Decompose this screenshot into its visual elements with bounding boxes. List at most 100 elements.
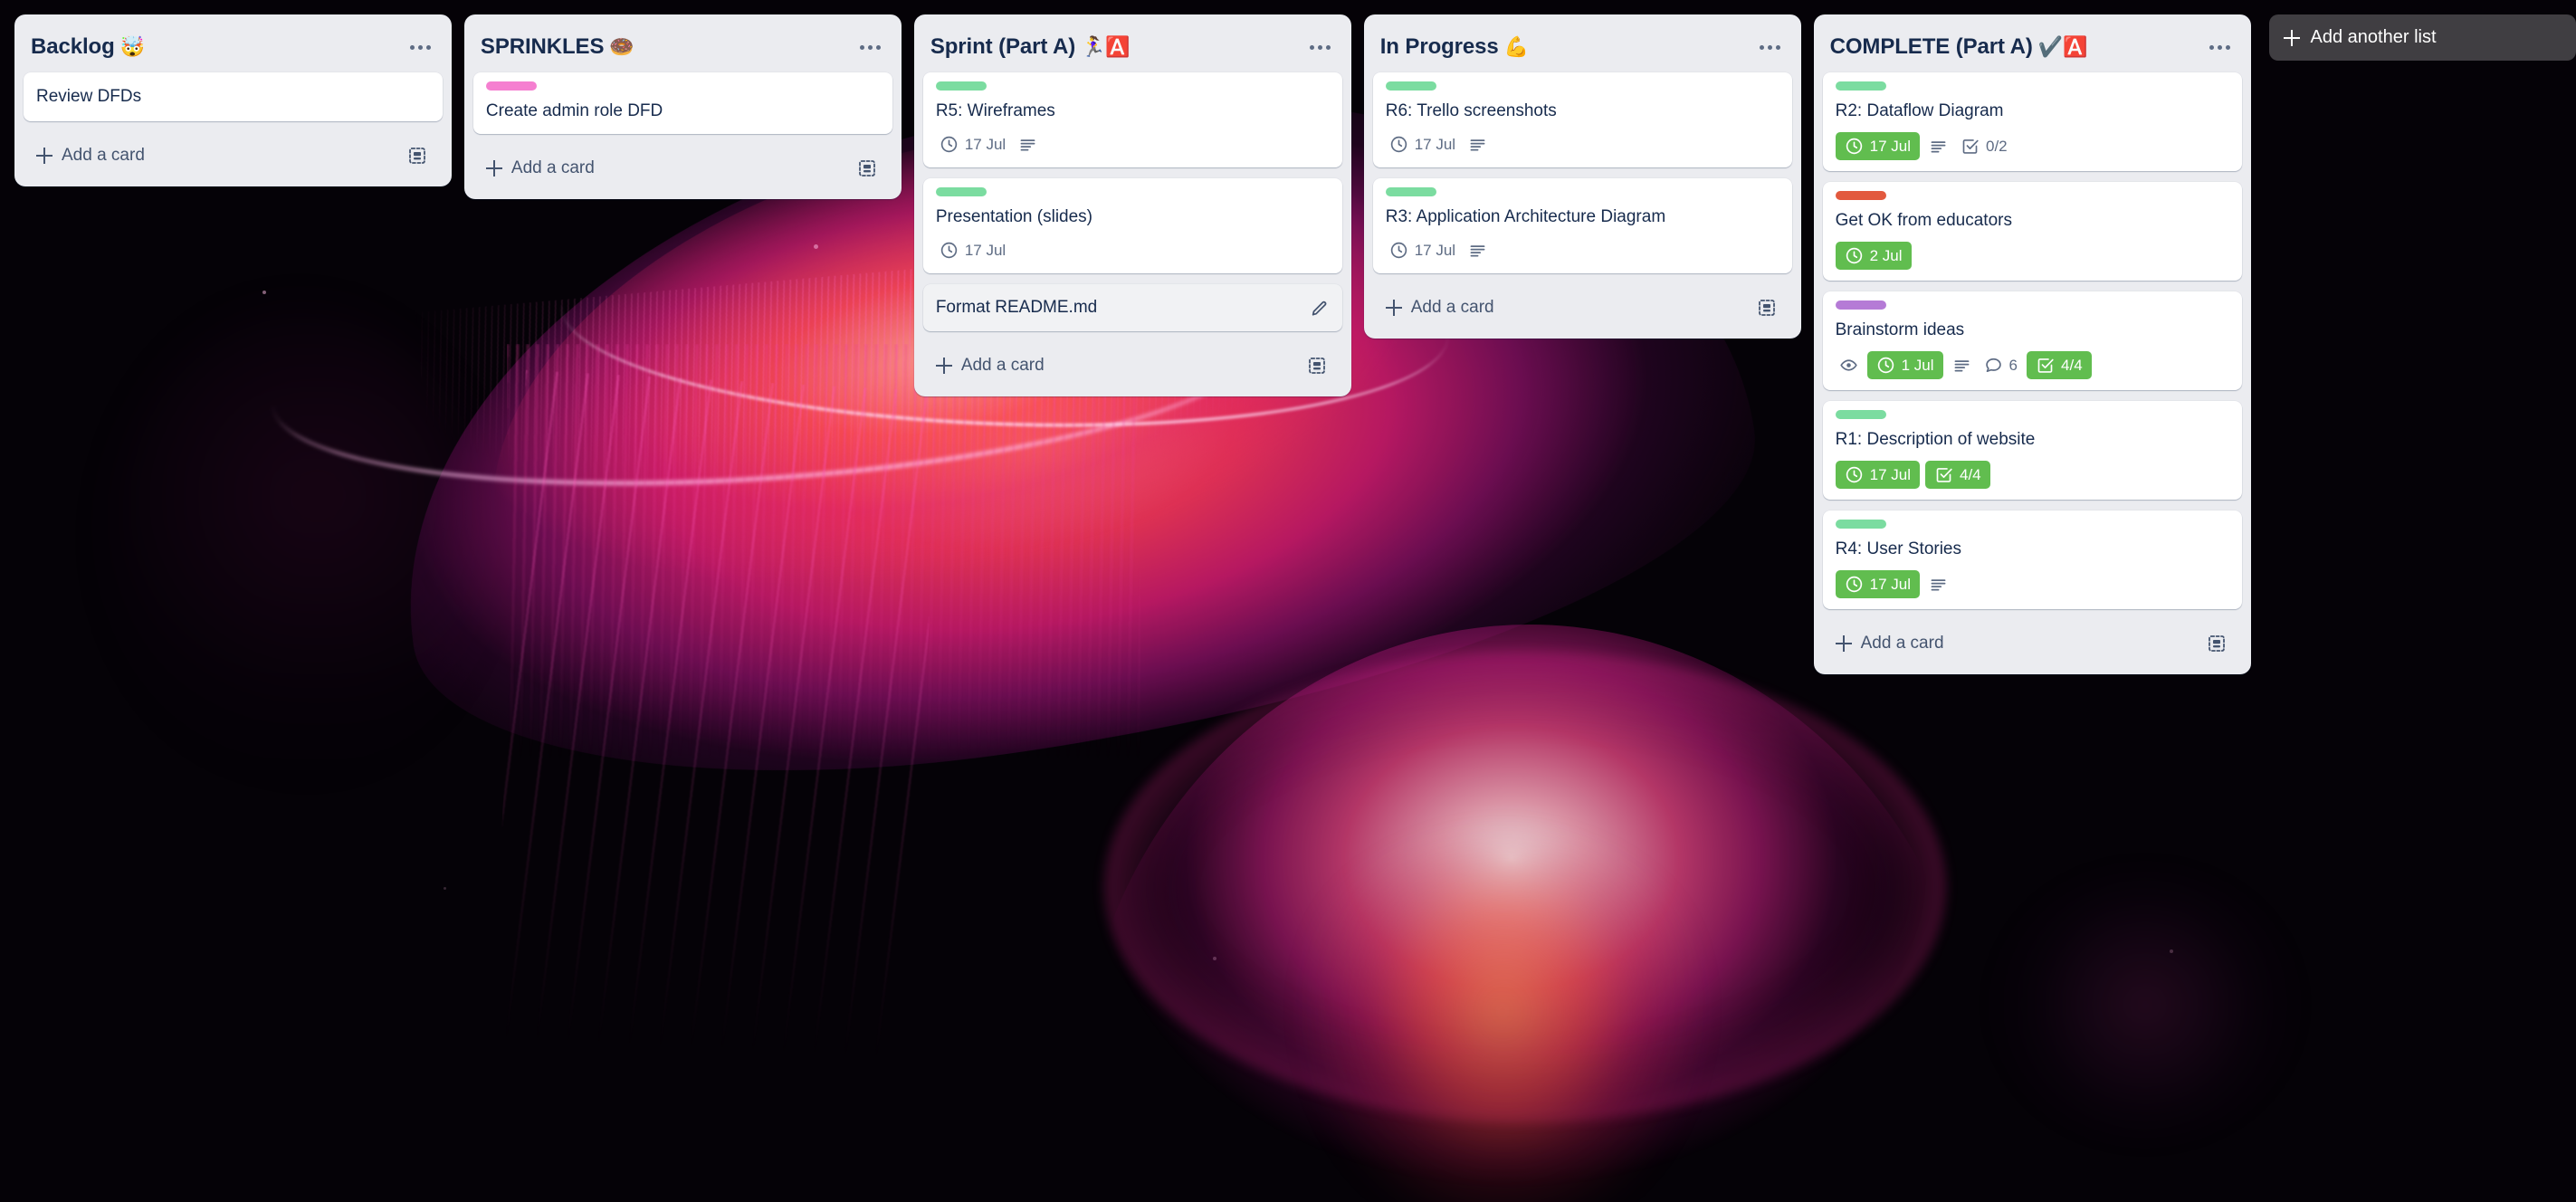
card[interactable]: Format README.md	[922, 284, 1342, 331]
card-label[interactable]	[1385, 187, 1436, 196]
list-title-text: SPRINKLES	[480, 34, 605, 59]
card-badges: 17 Jul	[1386, 238, 1779, 262]
add-a-card-button[interactable]: Add a card	[473, 147, 892, 192]
pencil-icon[interactable]	[1310, 298, 1330, 318]
card[interactable]: R2: Dataflow Diagram 17 Jul 0/2	[1822, 72, 2242, 171]
due-date-badge[interactable]: 17 Jul	[1835, 570, 1920, 598]
add-a-card-button[interactable]: Add a card	[24, 134, 443, 179]
card[interactable]: R4: User Stories 17 Jul	[1822, 510, 2242, 609]
card[interactable]: Create admin role DFD	[472, 72, 892, 134]
due-date-badge[interactable]: 1 Jul	[1866, 351, 1943, 379]
plus-icon	[1385, 300, 1402, 316]
card-template-icon[interactable]	[1306, 355, 1328, 377]
list-actions-menu-button[interactable]	[2204, 33, 2237, 62]
card-label[interactable]	[1835, 520, 1886, 529]
list-header: Backlog 🤯	[14, 22, 452, 72]
list-title-emoji: 💪	[1503, 35, 1529, 58]
card-template-icon[interactable]	[856, 157, 878, 179]
card[interactable]: R5: Wireframes 17 Jul	[922, 72, 1342, 167]
card[interactable]: Get OK from educators 2 Jul	[1822, 182, 2242, 281]
list-title-text: Backlog	[31, 34, 115, 59]
add-another-list-button[interactable]: Add another list	[2268, 14, 2576, 61]
list-cards: Create admin role DFD	[464, 72, 902, 145]
due-date-badge[interactable]: 2 Jul	[1835, 242, 1912, 270]
checklist-badge: 4/4	[1925, 461, 1990, 489]
ellipsis-icon	[1310, 44, 1331, 50]
due-date-badge[interactable]: 17 Jul	[1386, 238, 1459, 262]
list-column: Sprint (Part A) 🏃‍♀️🅰️ R5: Wireframes 17 Ju…	[913, 14, 1351, 396]
description-icon	[1925, 572, 1951, 596]
list-cards: Review DFDs	[14, 72, 452, 132]
description-icon	[1465, 132, 1491, 157]
badge-text: 2 Jul	[1869, 246, 1903, 264]
card[interactable]: Brainstorm ideas 1 Jul 6 4/4	[1822, 291, 2242, 390]
list-column: Backlog 🤯 Review DFDs Add a card	[14, 14, 452, 186]
card-label[interactable]	[935, 81, 987, 91]
list-actions-menu-button[interactable]	[405, 33, 437, 62]
list-column: SPRINKLES 🍩 Create admin role DFD Add a car…	[463, 14, 902, 199]
card-label[interactable]	[485, 81, 537, 91]
list-title[interactable]: SPRINKLES 🍩	[481, 34, 634, 60]
card[interactable]: R3: Application Architecture Diagram 17 J…	[1372, 178, 1792, 273]
card-title: Format README.md	[935, 298, 1098, 317]
card-title: Review DFDs	[36, 87, 142, 106]
card-label[interactable]	[935, 187, 987, 196]
due-date-badge[interactable]: 17 Jul	[1835, 132, 1920, 160]
card-title: R6: Trello screenshots	[1385, 101, 1557, 120]
card-badges: 17 Jul	[936, 238, 1330, 262]
list-title[interactable]: Backlog 🤯	[31, 34, 145, 60]
list-column: COMPLETE (Part A) ✔️🅰️ R2: Dataflow Diagra…	[1813, 14, 2251, 674]
add-a-card-label-group: Add a card	[485, 158, 595, 178]
ellipsis-icon	[410, 44, 432, 50]
card-template-icon[interactable]	[406, 145, 428, 167]
due-date-badge[interactable]: 17 Jul	[1386, 132, 1459, 157]
due-date-badge[interactable]: 17 Jul	[936, 132, 1009, 157]
add-a-card-button[interactable]: Add a card	[923, 344, 1342, 389]
due-date-badge[interactable]: 17 Jul	[936, 238, 1009, 262]
add-a-card-label-group: Add a card	[1385, 298, 1494, 318]
list-title-text: COMPLETE (Part A)	[1829, 34, 2033, 59]
badge-text: 6	[2008, 356, 2018, 374]
list-header: In Progress 💪	[1364, 22, 1801, 72]
badge-text: 4/4	[1960, 465, 1981, 483]
card-title: Brainstorm ideas	[1835, 320, 1965, 339]
watch-icon	[1836, 353, 1862, 377]
list-cards: R5: Wireframes 17 Jul Presentation (slides…	[914, 72, 1351, 342]
card-label[interactable]	[1835, 191, 1886, 200]
description-icon	[1465, 238, 1491, 262]
card-title: Create admin role DFD	[485, 101, 663, 120]
list-actions-menu-button[interactable]	[854, 33, 887, 62]
add-another-list-label: Add another list	[2310, 27, 2437, 47]
card-template-icon[interactable]	[2206, 633, 2228, 654]
card-title: Presentation (slides)	[935, 207, 1093, 226]
due-date-badge[interactable]: 17 Jul	[1835, 461, 1920, 489]
card-label[interactable]	[1835, 410, 1886, 419]
card-badges: 17 Jul 4/4	[1835, 461, 2229, 489]
card-label[interactable]	[1835, 81, 1886, 91]
ellipsis-icon	[860, 44, 882, 50]
badge-text: 1 Jul	[1901, 356, 1934, 374]
add-a-card-button[interactable]: Add a card	[1823, 622, 2242, 667]
list-header: COMPLETE (Part A) ✔️🅰️	[1814, 22, 2251, 72]
add-a-card-button[interactable]: Add a card	[1373, 286, 1792, 331]
card-label[interactable]	[1385, 81, 1436, 91]
badge-text: 17 Jul	[1869, 575, 1911, 593]
card-title: R2: Dataflow Diagram	[1835, 101, 2004, 120]
card-template-icon[interactable]	[1756, 297, 1778, 319]
list-actions-menu-button[interactable]	[1304, 33, 1337, 62]
badge-text: 17 Jul	[964, 135, 1007, 153]
add-a-card-label: Add a card	[1410, 298, 1494, 317]
list-title[interactable]: COMPLETE (Part A) ✔️🅰️	[1830, 34, 2088, 60]
card[interactable]: Review DFDs	[24, 72, 443, 121]
card-badges: 17 Jul	[1835, 570, 2229, 598]
list-title[interactable]: Sprint (Part A) 🏃‍♀️🅰️	[930, 34, 1131, 60]
badge-text: 4/4	[2061, 356, 2083, 374]
add-a-card-label-group: Add a card	[1835, 634, 1944, 653]
card[interactable]: R1: Description of website 17 Jul 4/4	[1822, 401, 2242, 500]
plus-icon	[1835, 635, 1852, 652]
card[interactable]: R6: Trello screenshots 17 Jul	[1372, 72, 1792, 167]
list-actions-menu-button[interactable]	[1754, 33, 1787, 62]
card-label[interactable]	[1835, 300, 1886, 310]
card[interactable]: Presentation (slides) 17 Jul	[922, 178, 1342, 273]
list-title[interactable]: In Progress 💪	[1380, 34, 1529, 60]
